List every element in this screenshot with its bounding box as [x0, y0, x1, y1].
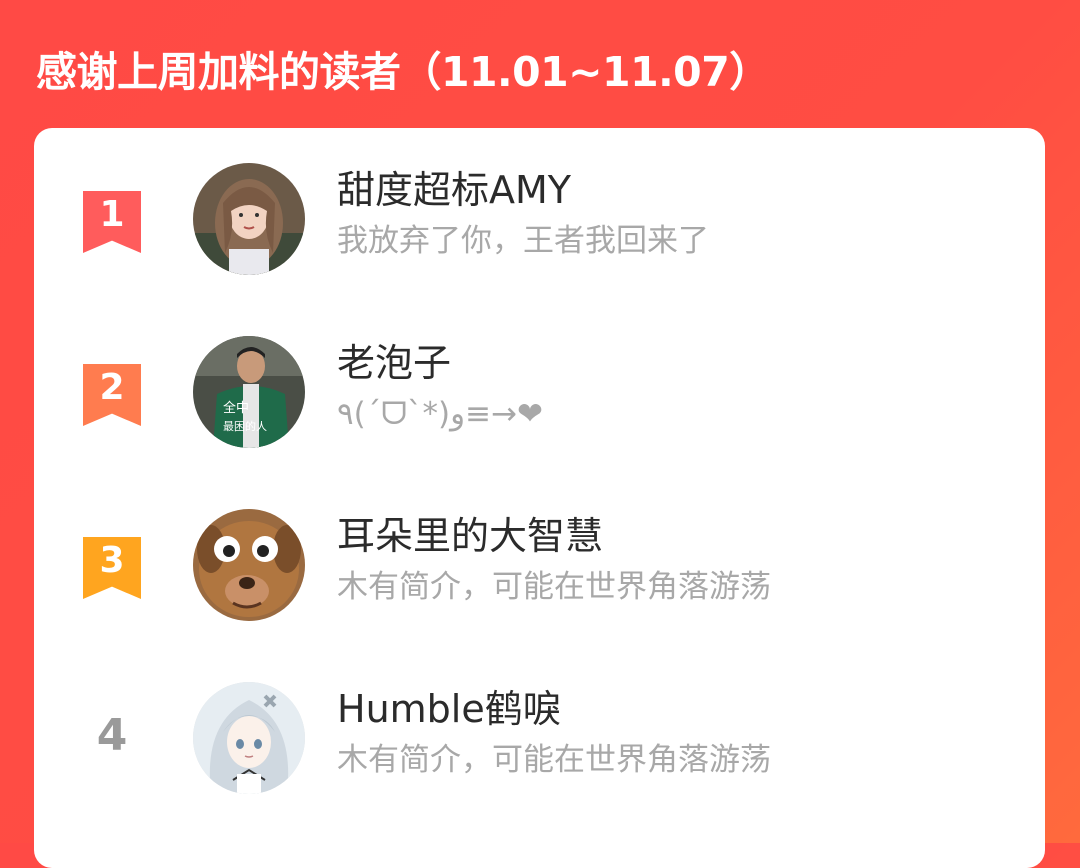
rank-number: 2 — [99, 367, 125, 408]
page-title: 感谢上周加料的读者（11.01~11.07） — [36, 48, 770, 96]
rank-badge-2: 2 — [83, 364, 141, 426]
reader-row-3[interactable]: 3 耳朵里的大智慧 木有简介，可能在世界角落游荡 — [34, 509, 1045, 639]
reader-row-1[interactable]: 1 甜度超标AMY 我放弃了你，王者我回来了 — [34, 163, 1045, 293]
rank-badge-1: 1 — [83, 191, 141, 253]
reader-name[interactable]: Humble鹤唳 — [337, 686, 561, 732]
rank-number: 3 — [99, 540, 125, 581]
avatar-caption-line-1: 全中 — [223, 400, 249, 416]
reader-row-4[interactable]: 4 Humble鹤唳 木有简介，可能在世界角落游荡 — [34, 682, 1045, 812]
reader-name[interactable]: 老泡子 — [337, 340, 451, 386]
reader-bio: 我放弃了你，王者我回来了 — [337, 223, 709, 259]
man-green-jacket-avatar[interactable]: 全中 最困的人 — [193, 336, 305, 448]
rank-number: 1 — [99, 194, 125, 235]
reader-name[interactable]: 耳朵里的大智慧 — [337, 513, 603, 559]
dog-face-avatar[interactable] — [193, 509, 305, 621]
reader-bio: ٩(ˊᗜˋ*)و≡→❤ — [337, 396, 543, 432]
reader-ranking-card: 1 甜度超标AMY 我放弃了你，王者我回来了 2 全中 最困的人 老泡子 ٩(ˊ… — [34, 128, 1045, 868]
reader-bio: 木有简介，可能在世界角落游荡 — [337, 569, 771, 605]
anime-girl-avatar[interactable] — [193, 682, 305, 794]
rank-badge-3: 3 — [83, 537, 141, 599]
reader-bio: 木有简介，可能在世界角落游荡 — [337, 742, 771, 778]
reader-row-2[interactable]: 2 全中 最困的人 老泡子 ٩(ˊᗜˋ*)و≡→❤ — [34, 336, 1045, 466]
avatar-caption-line-2: 最困的人 — [223, 419, 267, 433]
reader-name[interactable]: 甜度超标AMY — [337, 167, 571, 213]
girl-portrait-avatar[interactable] — [193, 163, 305, 275]
rank-number-4: 4 — [96, 710, 128, 761]
